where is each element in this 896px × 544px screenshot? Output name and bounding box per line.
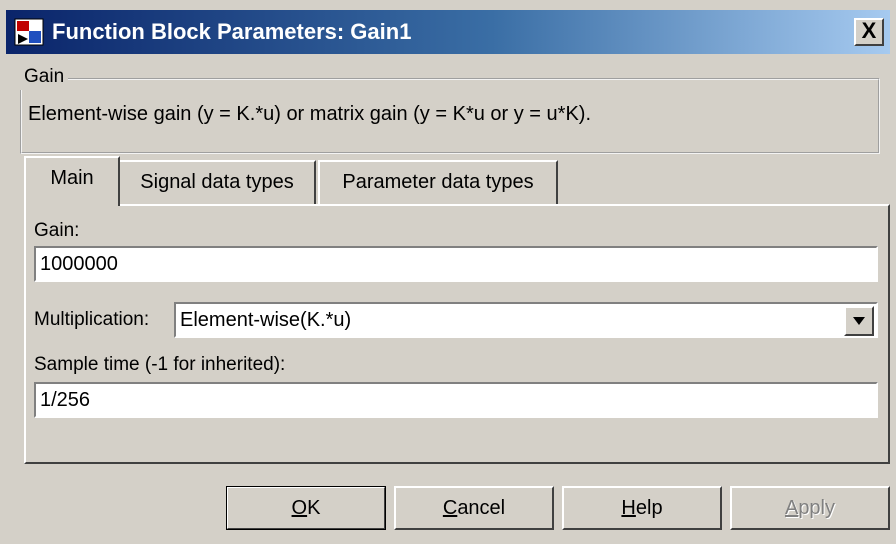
sample-time-input[interactable]: 1/256 (34, 382, 878, 418)
window-title: Function Block Parameters: Gain1 (52, 19, 412, 44)
help-button[interactable]: Help (562, 486, 722, 530)
ok-button[interactable]: OK (226, 486, 386, 530)
block-description: Element-wise gain (y = K.*u) or matrix g… (28, 103, 591, 125)
simulink-block-icon (14, 18, 44, 46)
tab-main[interactable]: Main (24, 156, 120, 206)
chevron-down-icon[interactable] (844, 306, 874, 336)
multiplication-selected-value: Element-wise(K.*u) (180, 309, 352, 331)
tab-signal-data-types[interactable]: Signal data types (118, 160, 316, 204)
cancel-button[interactable]: Cancel (394, 486, 554, 530)
tab-parameter-data-types[interactable]: Parameter data types (318, 160, 558, 204)
title-bar[interactable]: Function Block Parameters: Gain1 X (6, 10, 890, 54)
sample-time-label: Sample time (-1 for inherited): (34, 354, 286, 375)
function-block-parameters-dialog: Function Block Parameters: Gain1 X Gain … (0, 0, 896, 544)
gain-input[interactable]: 1000000 (34, 246, 878, 282)
groupbox-legend: Gain (20, 64, 69, 90)
multiplication-dropdown[interactable]: Element-wise(K.*u) (174, 302, 878, 338)
multiplication-label: Multiplication: (34, 309, 150, 330)
gain-label: Gain: (34, 220, 80, 241)
close-icon[interactable]: X (854, 18, 884, 46)
apply-button[interactable]: Apply (730, 486, 890, 530)
